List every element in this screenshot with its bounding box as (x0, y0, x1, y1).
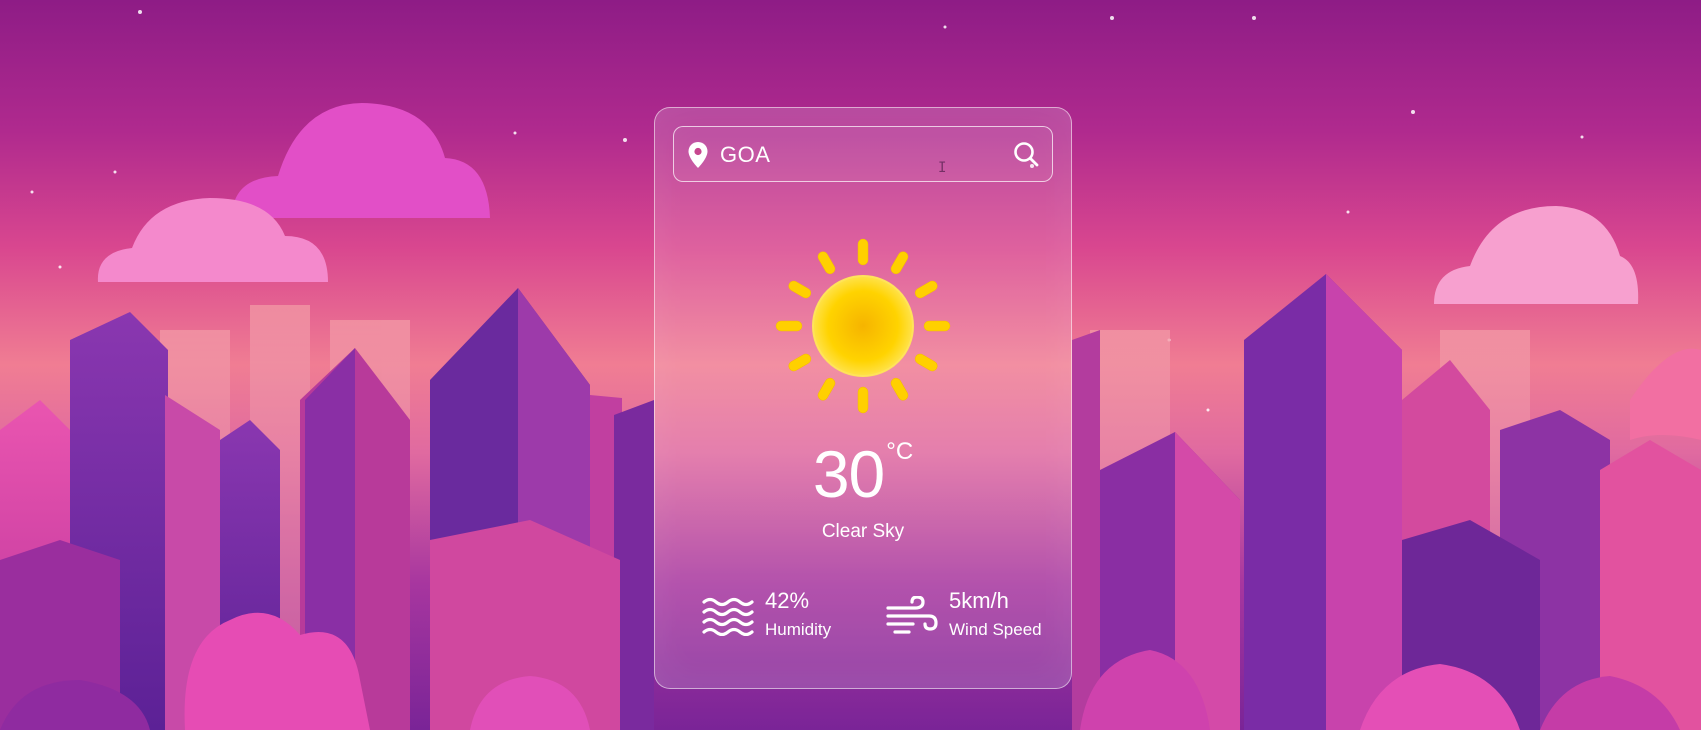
search-icon[interactable] (1012, 140, 1040, 168)
temperature: 30°C (655, 436, 1071, 512)
location-pin-icon (688, 142, 708, 168)
wind-label: Wind Speed (949, 620, 1042, 639)
wind-icon (886, 596, 938, 634)
search-bar (673, 126, 1053, 182)
sun-icon (775, 238, 951, 414)
temperature-unit: °C (886, 438, 914, 465)
text-cursor: I (938, 160, 947, 176)
location-input[interactable] (718, 135, 1022, 175)
temperature-value: 30 (812, 437, 885, 511)
weather-description: Clear Sky (821, 521, 905, 542)
humidity-label: Humidity (765, 620, 832, 639)
wind-value: 5km/h (949, 588, 1009, 613)
waves-icon (702, 597, 754, 636)
weather-card: I 30°C (654, 107, 1072, 689)
humidity-value: 42% (765, 588, 810, 613)
